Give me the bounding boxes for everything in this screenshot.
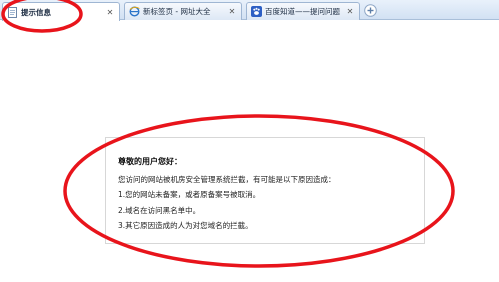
close-icon[interactable]: ✕ bbox=[227, 7, 237, 16]
notice-line: 您访问的网站被机房安全管理系统拦截，有可能是以下原因造成： bbox=[118, 175, 336, 184]
tab-baidu-zhidao[interactable]: 百度知道——提问问题 ✕ bbox=[246, 2, 360, 20]
ie-icon bbox=[129, 6, 140, 17]
tab-new-tab-page[interactable]: 新标签页 - 网址大全 ✕ bbox=[124, 2, 242, 20]
notice-line: 2.域名在访问黑名单中。 bbox=[118, 206, 201, 215]
tab-notice-label: 提示信息 bbox=[21, 7, 51, 17]
notice-message-box: 尊敬的用户您好： 您访问的网站被机房安全管理系统拦截，有可能是以下原因造成： 1… bbox=[105, 137, 425, 244]
tab-new-tab-page-label: 新标签页 - 网址大全 bbox=[143, 7, 211, 16]
page-icon bbox=[8, 6, 17, 18]
close-icon[interactable]: ✕ bbox=[345, 7, 355, 16]
notice-line: 3.其它原因造成的人为对您域名的拦截。 bbox=[118, 221, 253, 230]
notice-line: 1.您的网站未备案，或者原备案号被取消。 bbox=[118, 190, 261, 199]
tab-bar: 提示信息 ✕ 新标签页 - 网址大全 ✕ 百度知道——提问问题 ✕ bbox=[0, 0, 499, 21]
tab-notice[interactable]: 提示信息 ✕ bbox=[2, 2, 120, 21]
notice-title: 尊敬的用户您好： bbox=[118, 157, 182, 166]
tab-baidu-zhidao-label: 百度知道——提问问题 bbox=[265, 7, 340, 16]
close-icon[interactable]: ✕ bbox=[105, 8, 115, 17]
plus-icon[interactable] bbox=[364, 4, 377, 17]
paw-icon bbox=[251, 6, 262, 17]
